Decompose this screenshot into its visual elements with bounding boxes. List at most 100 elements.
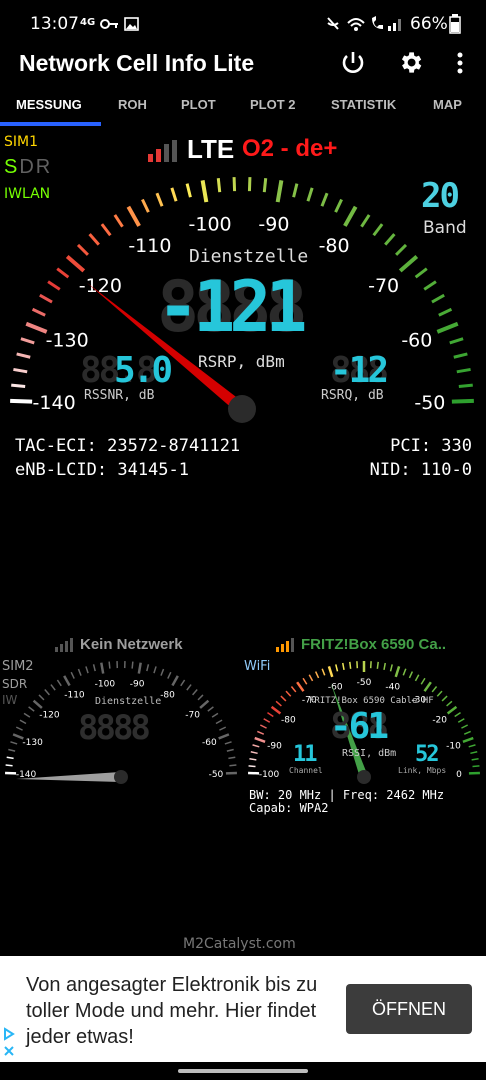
gauge-scale-label: -60 (328, 683, 343, 693)
gauge-tick (402, 668, 407, 676)
gauge-tick (454, 712, 461, 718)
ad-text[interactable]: Von angesagter Elektronik bis zu toller … (26, 972, 346, 1050)
gauge-tick (334, 198, 343, 213)
gauge-tick (197, 694, 204, 701)
gauge-tick (398, 254, 419, 273)
gauge-scale-label: -60 (401, 330, 432, 352)
gauge-tick (39, 293, 53, 304)
band-value: 20 (421, 176, 460, 216)
status-time: 13:07 (30, 14, 79, 34)
overflow-menu-icon[interactable] (455, 52, 465, 76)
gauge-tick (321, 668, 326, 676)
gauge-tick (431, 293, 445, 304)
adchoices-icon[interactable] (2, 1027, 16, 1059)
gauge-tick (290, 686, 297, 693)
gauge-tick (342, 662, 345, 670)
gauge-tick (56, 267, 70, 279)
gauge-tick (32, 699, 43, 709)
sim1-label: SIM1 (4, 134, 39, 150)
serving-cell-label: Dienstzelle (189, 246, 309, 267)
gauge-tick (257, 730, 265, 735)
rssnr-value: 5.0 (114, 350, 173, 391)
wifi-rssi-unit: RSSI, dBm (342, 748, 397, 759)
gauge-tick (186, 684, 192, 691)
gauge-tick (224, 741, 232, 745)
gauge-tick (446, 700, 453, 707)
gauge-tick (15, 726, 23, 731)
gauge-scale-label: -90 (258, 213, 289, 235)
gauge-tick (376, 661, 379, 669)
gauge-tick (167, 671, 172, 679)
gauge-tick (28, 706, 35, 712)
iwlan-label: IWLAN (4, 186, 51, 202)
wifi-rssi-value: -61 (330, 706, 389, 747)
gauge-scale-label: -90 (130, 680, 145, 690)
sim2-cell-label: Dienstzelle (95, 696, 162, 707)
wifi-capab: Capab: WPA2 (249, 801, 329, 815)
gauge-tick (296, 681, 305, 692)
ad-open-button[interactable]: ÖFFNEN (346, 984, 472, 1034)
gauge-tick (327, 666, 334, 678)
gauge-tick (50, 684, 56, 691)
battery-icon (449, 14, 461, 34)
gauge-scale-label: -100 (259, 770, 280, 780)
gauge-tick (461, 724, 469, 729)
gauge-tick (160, 668, 165, 676)
gauge-tick (23, 712, 31, 718)
main-gauge-hub (228, 395, 256, 423)
settings-gear-icon[interactable] (397, 49, 424, 76)
gauge-tick (314, 671, 320, 679)
gauge-scale-label: -80 (319, 235, 350, 257)
gauge-tick (171, 675, 179, 687)
wifi-rssi-display: 888 -61 (330, 706, 389, 747)
gauge-tick (372, 223, 384, 237)
gauge-tick (280, 695, 287, 702)
gauge-tick (200, 180, 209, 203)
gauge-tick (19, 719, 27, 725)
gauge-tick (343, 205, 358, 227)
tab-map[interactable]: MAP (433, 97, 462, 112)
gauge-tick (470, 751, 478, 755)
gauge-scale-label: 0 (456, 770, 462, 780)
tab-plot[interactable]: PLOT (181, 97, 216, 112)
gauge-tick (192, 689, 198, 696)
gauge-tick (446, 705, 458, 715)
gauge-tick (472, 765, 480, 768)
gauge-tick (302, 677, 308, 685)
enb-lcid: eNB-LCID: 34145-1 (15, 460, 189, 480)
navigation-handle[interactable] (178, 1069, 308, 1073)
gauge-scale-label: -110 (64, 690, 85, 700)
gauge-tick (8, 748, 16, 752)
gauge-tick (262, 178, 268, 193)
tab-messung[interactable]: MESSUNG (16, 97, 82, 112)
gauge-tick (85, 666, 89, 674)
gauge-tick (254, 736, 266, 743)
gauge-scale-label: -120 (39, 711, 60, 721)
gauge-tick (263, 718, 271, 723)
operator-name: O2 - de+ (242, 135, 338, 162)
tab-roh[interactable]: ROH (118, 97, 147, 112)
gauge-scale-label: -130 (22, 738, 43, 748)
gauge-scale-label: -50 (357, 678, 372, 688)
gauge-tick (47, 280, 61, 291)
gauge-tick (252, 744, 260, 748)
gauge-tick (395, 243, 408, 256)
gauge-tick (25, 321, 48, 334)
gauge-tick (13, 367, 28, 374)
power-icon[interactable] (340, 50, 366, 76)
gauge-tick (420, 677, 426, 685)
tab-plot-2[interactable]: PLOT 2 (250, 97, 296, 112)
wifi-link-value: 52 (415, 742, 439, 767)
rssnr-label: RSSNR, dB (84, 388, 155, 403)
app-title: Network Cell Info Lite (19, 50, 255, 76)
gauge-tick (275, 180, 284, 203)
tab-statistik[interactable]: STATISTIK (331, 97, 396, 112)
gauge-tick (431, 686, 438, 693)
gauge-scale-label: -70 (368, 275, 399, 297)
gauge-tick (349, 661, 352, 669)
gauge-tick (146, 664, 150, 672)
gauge-tick (249, 758, 257, 761)
gauge-tick (449, 337, 464, 345)
brand-footer: M2Catalyst.com (183, 936, 296, 952)
gauge-tick (451, 398, 474, 404)
